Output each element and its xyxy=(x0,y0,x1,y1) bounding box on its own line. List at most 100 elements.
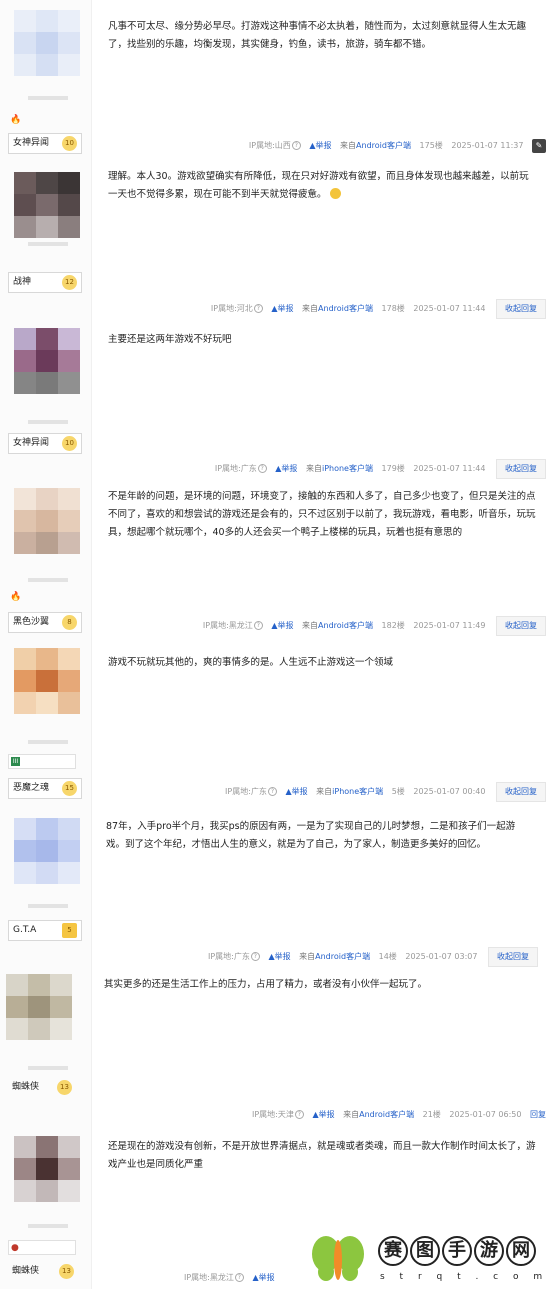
level-icon: 5 xyxy=(62,923,77,938)
post-meta: IP属地:山西? ▲举报 来自Android客户端 175楼 2025-01-0… xyxy=(249,135,546,157)
report-link[interactable]: 举报 xyxy=(278,304,294,313)
user-panel: G.T.A 5 xyxy=(0,804,92,968)
client-link[interactable]: iPhone客户端 xyxy=(332,787,383,796)
client-link[interactable]: iPhone客户端 xyxy=(322,464,373,473)
question-icon[interactable]: ? xyxy=(294,1110,304,1119)
report-link[interactable]: 举报 xyxy=(278,621,294,630)
username[interactable]: G.T.A xyxy=(13,925,36,935)
client-link[interactable]: Android客户端 xyxy=(359,1110,414,1119)
question-icon[interactable]: ? xyxy=(250,952,260,961)
client-link[interactable]: Android客户端 xyxy=(356,141,411,150)
post-3: 女神异闻 10 主要还是这两年游戏不好玩吧 IP属地:广东? ▲举报 来自iPh… xyxy=(0,318,550,480)
level-icon: 8 xyxy=(62,615,77,630)
username[interactable]: 女神异闻 xyxy=(13,438,49,448)
avatar-bar xyxy=(28,96,68,100)
post-meta: IP属地:广东? ▲举报 来自iPhone客户端 5楼 2025-01-07 0… xyxy=(225,781,546,803)
username[interactable]: 黑色沙翼 xyxy=(13,617,49,627)
client-prefix: 来自 xyxy=(299,952,316,961)
ip-location: IP属地:黑龙江 xyxy=(202,621,253,630)
username[interactable]: 蜘蛛侠 xyxy=(12,1266,39,1276)
client-prefix: 来自 xyxy=(343,1110,360,1119)
user-panel: 🔥 黑色沙翼 8 xyxy=(0,480,92,638)
floor: 21楼 xyxy=(422,1110,441,1119)
level-icon: 13 xyxy=(57,1080,72,1095)
avatar-bar xyxy=(28,242,68,246)
avatar[interactable] xyxy=(14,328,80,394)
client-link[interactable]: Android客户端 xyxy=(318,304,373,313)
avatar[interactable] xyxy=(14,1136,80,1202)
question-icon[interactable]: ? xyxy=(257,464,267,473)
avatar-bar xyxy=(28,1066,68,1070)
level-icon: 12 xyxy=(62,275,77,290)
username[interactable]: 女神异闻 xyxy=(13,138,49,148)
username[interactable]: 蜘蛛侠 xyxy=(12,1082,39,1092)
post-time: 2025-01-07 11:37 xyxy=(451,141,524,150)
floor: 175楼 xyxy=(419,141,443,150)
floor: 5楼 xyxy=(391,787,405,796)
ip-location: IP属地:河北 xyxy=(210,304,253,313)
post-time: 2025-01-07 11:44 xyxy=(413,464,486,473)
avatar[interactable] xyxy=(14,172,80,238)
report-link[interactable]: 举报 xyxy=(275,952,291,961)
fire-icon: 🔥 xyxy=(10,115,22,125)
level-icon: 10 xyxy=(62,436,77,451)
avatar[interactable] xyxy=(14,10,80,76)
ip-location: IP属地:广东 xyxy=(208,952,250,961)
report-link[interactable]: 举报 xyxy=(316,141,332,150)
username-badge[interactable]: 蜘蛛侠 13 xyxy=(8,1262,78,1283)
username[interactable]: 战神 xyxy=(13,277,31,287)
post-meta: IP属地:黑龙江? ▲举报 xyxy=(184,1267,275,1289)
collapse-reply-button[interactable]: 收起回复 xyxy=(496,615,546,636)
username-badge[interactable]: G.T.A 5 xyxy=(8,920,82,941)
level-icon: 13 xyxy=(59,1264,74,1279)
watermark-text: 赛图手游网 xyxy=(378,1236,538,1266)
question-icon[interactable]: ? xyxy=(253,621,263,630)
username[interactable]: 恶魔之魂 xyxy=(13,783,49,793)
watermark-char: 游 xyxy=(474,1236,504,1266)
user-panel: 🔥 女神异闻 10 xyxy=(0,0,92,160)
client-link[interactable]: Android客户端 xyxy=(318,621,373,630)
level-icon: 15 xyxy=(62,781,77,796)
badge-tag: ● xyxy=(8,1240,76,1255)
avatar[interactable] xyxy=(14,818,80,884)
ip-location: IP属地:黑龙江 xyxy=(184,1273,234,1282)
username-badge[interactable]: 恶魔之魂 15 xyxy=(8,778,82,799)
collapse-reply-button[interactable]: 收起回复 xyxy=(496,298,546,319)
report-link[interactable]: 举报 xyxy=(259,1273,275,1282)
collapse-reply-button[interactable]: 收起回复 xyxy=(496,781,546,802)
report-link[interactable]: 举报 xyxy=(281,464,297,473)
question-icon[interactable]: ? xyxy=(267,787,277,796)
post-meta: IP属地:广东? ▲举报 来自Android客户端 14楼 2025-01-07… xyxy=(208,946,538,968)
ip-location: IP属地:山西 xyxy=(248,141,291,150)
username-badge[interactable]: 黑色沙翼 8 xyxy=(8,612,82,633)
avatar-bar xyxy=(28,740,68,744)
post-content: 主要还是这两年游戏不好玩吧 xyxy=(108,334,232,345)
post-meta: IP属地:黑龙江? ▲举报 来自Android客户端 182楼 2025-01-… xyxy=(203,615,546,637)
client-link[interactable]: Android客户端 xyxy=(315,952,370,961)
report-link[interactable]: 举报 xyxy=(319,1110,335,1119)
user-panel: 女神异闻 10 xyxy=(0,318,92,480)
reply-link[interactable]: 回复 xyxy=(530,1110,546,1119)
question-icon[interactable]: ? xyxy=(253,304,263,313)
post-content: 不是年龄的问题，是环境的问题，环境变了，接触的东西和人多了，自己多少也变了，但只… xyxy=(108,491,536,538)
report-link[interactable]: 举报 xyxy=(292,787,308,796)
watermark-char: 赛 xyxy=(378,1236,408,1266)
post-7: 蜘蛛侠 13 其实更多的还是生活工作上的压力，占用了精力，或者没有小伙伴一起玩了… xyxy=(0,968,550,1130)
collapse-reply-button[interactable]: 收起回复 xyxy=(496,458,546,479)
post-meta: IP属地:河北? ▲举报 来自Android客户端 178楼 2025-01-0… xyxy=(211,298,546,320)
avatar[interactable] xyxy=(6,974,72,1040)
username-badge[interactable]: 蜘蛛侠 13 xyxy=(8,1078,76,1099)
avatar[interactable] xyxy=(14,488,80,554)
floor: 14楼 xyxy=(378,952,397,961)
post-meta: IP属地:广东? ▲举报 来自iPhone客户端 179楼 2025-01-07… xyxy=(215,458,546,480)
collapse-reply-button[interactable]: 收起回复 xyxy=(488,946,538,967)
avatar[interactable] xyxy=(14,648,80,714)
username-badge[interactable]: 女神异闻 10 xyxy=(8,433,82,454)
reply-icon[interactable]: ✎ xyxy=(532,138,546,153)
smile-emoji-icon xyxy=(329,188,341,199)
username-badge[interactable]: 战神 12 xyxy=(8,272,82,293)
butterfly-logo-icon xyxy=(312,1236,364,1281)
question-icon[interactable]: ? xyxy=(291,141,301,150)
question-icon[interactable]: ? xyxy=(234,1273,244,1282)
username-badge[interactable]: 女神异闻 10 xyxy=(8,133,82,154)
